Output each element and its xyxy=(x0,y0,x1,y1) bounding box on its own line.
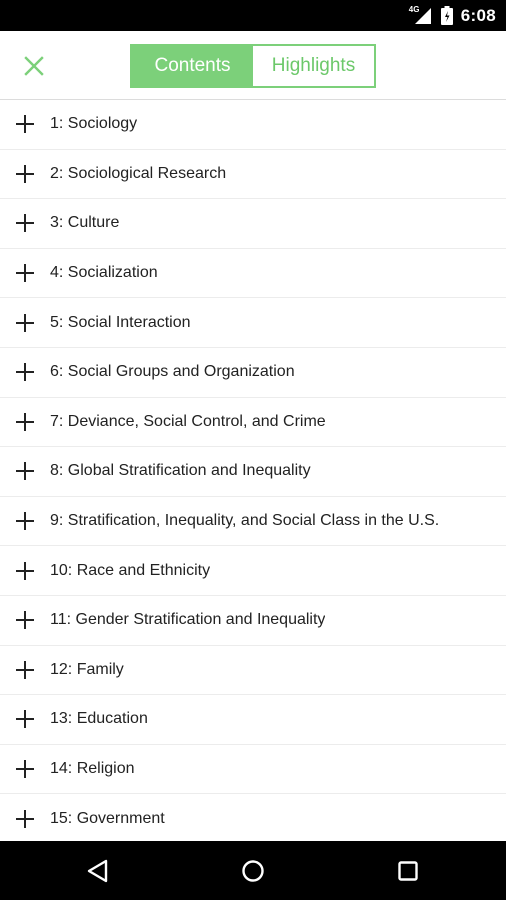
expand-button[interactable] xyxy=(0,596,50,645)
plus-icon xyxy=(16,710,34,729)
list-item[interactable]: 6: Social Groups and Organization xyxy=(0,348,506,398)
expand-button[interactable] xyxy=(0,695,50,744)
expand-button[interactable] xyxy=(0,150,50,199)
recents-button[interactable] xyxy=(378,841,438,900)
plus-icon xyxy=(16,115,34,134)
navigation-bar xyxy=(0,841,506,900)
expand-button[interactable] xyxy=(0,398,50,447)
list-item-label: 11: Gender Stratification and Inequality xyxy=(50,611,326,629)
expand-button[interactable] xyxy=(0,794,50,841)
back-icon xyxy=(87,859,108,882)
expand-button[interactable] xyxy=(0,249,50,298)
plus-icon xyxy=(16,214,34,233)
list-item-label: 12: Family xyxy=(50,660,124,678)
tab-highlights[interactable]: Highlights xyxy=(253,46,374,86)
list-item-label: 10: Race and Ethnicity xyxy=(50,561,211,579)
list-item-label: 15: Government xyxy=(50,809,165,827)
list-item[interactable]: 3: Culture xyxy=(0,199,506,249)
list-item[interactable]: 15: Government xyxy=(0,794,506,841)
toolbar: Contents Highlights xyxy=(0,31,506,100)
back-button[interactable] xyxy=(68,841,128,900)
list-item-label: 3: Culture xyxy=(50,214,120,232)
list-item[interactable]: 9: Stratification, Inequality, and Socia… xyxy=(0,497,506,547)
list-item-label: 8: Global Stratification and Inequality xyxy=(50,462,311,480)
contents-list: 1: Sociology 2: Sociological Research 3:… xyxy=(0,100,506,841)
list-item-label: 9: Stratification, Inequality, and Socia… xyxy=(50,512,440,530)
list-item-label: 5: Social Interaction xyxy=(50,313,191,331)
list-item-label: 7: Deviance, Social Control, and Crime xyxy=(50,412,326,430)
expand-button[interactable] xyxy=(0,298,50,347)
list-item[interactable]: 11: Gender Stratification and Inequality xyxy=(0,596,506,646)
close-icon xyxy=(24,56,44,76)
recents-icon xyxy=(398,860,418,881)
plus-icon xyxy=(16,561,34,580)
list-item[interactable]: 10: Race and Ethnicity xyxy=(0,546,506,596)
plus-icon xyxy=(16,760,34,779)
plus-icon xyxy=(16,462,34,481)
tab-contents[interactable]: Contents xyxy=(132,46,253,86)
home-icon xyxy=(242,859,264,882)
expand-button[interactable] xyxy=(0,646,50,695)
plus-icon xyxy=(16,363,34,382)
expand-button[interactable] xyxy=(0,348,50,397)
list-item[interactable]: 2: Sociological Research xyxy=(0,150,506,200)
plus-icon xyxy=(16,313,34,332)
list-item[interactable]: 8: Global Stratification and Inequality xyxy=(0,447,506,497)
expand-button[interactable] xyxy=(0,199,50,248)
close-button[interactable] xyxy=(19,51,49,81)
list-item[interactable]: 4: Socialization xyxy=(0,249,506,299)
status-time: 6:08 xyxy=(460,5,496,25)
list-item[interactable]: 13: Education xyxy=(0,695,506,745)
signal-icon: 4G xyxy=(409,5,433,25)
home-button[interactable] xyxy=(223,841,283,900)
battery-icon xyxy=(440,6,453,25)
list-item-label: 4: Socialization xyxy=(50,264,158,282)
list-item-label: 2: Sociological Research xyxy=(50,164,227,182)
list-item-label: 14: Religion xyxy=(50,760,135,778)
plus-icon xyxy=(16,512,34,531)
expand-button[interactable] xyxy=(0,497,50,546)
plus-icon xyxy=(16,611,34,630)
plus-icon xyxy=(16,412,34,431)
tab-highlights-label: Highlights xyxy=(271,55,356,76)
status-bar: 4G 6:08 xyxy=(0,0,506,31)
list-item-label: 1: Sociology xyxy=(50,115,138,133)
expand-button[interactable] xyxy=(0,745,50,794)
list-item-label: 6: Social Groups and Organization xyxy=(50,363,295,381)
tab-contents-label: Contents xyxy=(154,55,231,76)
plus-icon xyxy=(16,164,34,183)
plus-icon xyxy=(16,660,34,679)
list-item[interactable]: 7: Deviance, Social Control, and Crime xyxy=(0,398,506,448)
expand-button[interactable] xyxy=(0,100,50,149)
contents-highlights-toggle: Contents Highlights xyxy=(130,44,376,88)
expand-button[interactable] xyxy=(0,546,50,595)
list-item[interactable]: 14: Religion xyxy=(0,745,506,795)
list-item[interactable]: 5: Social Interaction xyxy=(0,298,506,348)
list-item-label: 13: Education xyxy=(50,710,148,728)
list-item[interactable]: 1: Sociology xyxy=(0,100,506,150)
expand-button[interactable] xyxy=(0,447,50,496)
plus-icon xyxy=(16,809,34,828)
list-item[interactable]: 12: Family xyxy=(0,646,506,696)
plus-icon xyxy=(16,264,34,283)
